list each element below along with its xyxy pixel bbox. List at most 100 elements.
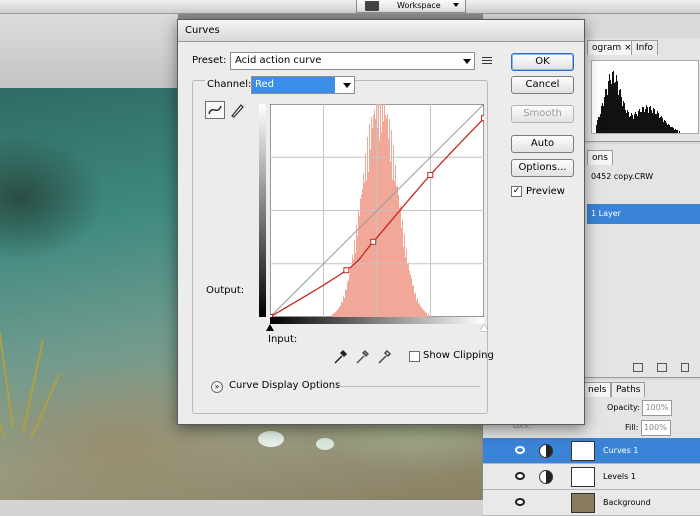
eye-icon[interactable] [515,498,525,506]
layer-thumbnail [571,493,595,513]
histogram-bar [421,307,422,317]
fill-label: Fill: [625,423,639,432]
histogram-bar [350,268,351,317]
histogram-bar [356,224,357,317]
preview-label: Preview [526,186,565,197]
layer-row[interactable]: Background [483,490,700,516]
histogram-bar [389,119,390,317]
tab-history-label: ons [592,153,608,163]
output-gradient-bar [259,104,266,317]
curve-control-point[interactable] [343,267,350,274]
histogram-bar [353,259,354,317]
smooth-button[interactable]: Smooth [511,105,574,123]
curve-control-point[interactable] [427,172,434,178]
curve-control-point[interactable] [481,115,485,122]
preview-checkbox[interactable]: ✓ [511,186,522,197]
tab-info-label: Info [636,43,654,53]
dialog-titlebar[interactable]: Curves [178,20,584,42]
layer-row[interactable]: Levels 1 [483,464,700,490]
curve-control-point[interactable] [370,238,377,245]
histogram-bar [400,206,401,317]
histogram-bar [422,308,423,317]
grass-blade [30,373,61,439]
histogram-bar [395,164,396,317]
curve-graph[interactable] [270,104,484,317]
histogram-bar [339,306,340,317]
workspace-button[interactable]: Workspace [356,0,466,13]
eye-icon[interactable] [515,446,525,454]
histogram-bar [392,179,393,317]
document-title-strip [0,14,178,88]
workspace-label: Workspace [397,1,441,10]
tab-histogram[interactable]: ogram × [587,40,637,55]
histogram-bar [415,292,416,317]
dialog-title: Curves [185,25,220,36]
histogram-bar [343,296,344,317]
options-button[interactable]: Options... [511,159,574,177]
input-gradient-bar [270,317,484,324]
histogram-bar [375,119,376,317]
section-divider [336,386,480,387]
histogram-bar [402,219,403,317]
fill-control: Fill: 100% [625,420,671,436]
layers-list: Curves 1 Levels 1 Background [483,438,700,516]
histogram-bar [412,285,413,317]
histogram-bar [367,136,368,317]
histogram-bar [388,139,389,317]
channel-select[interactable]: Red [251,76,355,94]
black-eyedropper-icon[interactable] [332,349,348,365]
histogram-bar [379,140,380,317]
ok-button[interactable]: OK [511,53,574,71]
histogram-bar [418,303,419,317]
show-clipping-checkbox[interactable] [409,351,420,362]
histogram-bar [362,189,363,317]
cancel-button[interactable]: Cancel [511,76,574,94]
camera-icon[interactable] [657,363,667,372]
tab-info[interactable]: Info [631,40,659,55]
pencil-icon [231,104,244,118]
opacity-field[interactable]: 100% [642,400,673,416]
fill-field[interactable]: 100% [640,420,671,436]
black-point-slider[interactable] [266,324,274,331]
auto-button[interactable]: Auto [511,135,574,153]
histogram-bar [677,130,678,133]
opacity-control: Opacity: 100% [607,400,673,416]
pencil-tool[interactable] [227,101,247,119]
eye-icon[interactable] [515,472,525,480]
white-eyedropper-icon[interactable] [376,349,392,365]
histogram-bar [405,257,406,317]
layer-name: Curves 1 [603,446,639,455]
application-bar: Workspace [0,0,700,14]
history-snapshot[interactable]: 0452 copy.CRW [587,168,700,198]
layer-thumbnail [571,467,595,487]
histogram-bar [373,115,374,317]
histogram-bar [394,181,395,317]
tab-channels[interactable]: nels [583,382,612,397]
preset-value: Acid action curve [235,55,322,66]
tab-history[interactable]: ons [587,150,613,165]
tab-paths[interactable]: Paths [611,382,646,397]
histogram-bar [396,186,397,317]
trash-icon[interactable] [681,363,689,372]
screen-mode-icon [365,1,379,11]
histogram-bar [386,118,387,317]
pebble [316,438,334,450]
gray-eyedropper-icon[interactable] [354,349,370,365]
histogram-bar [341,301,342,317]
chevron-down-icon [343,83,351,88]
white-point-slider[interactable] [480,324,488,331]
histogram-bar [346,290,347,317]
history-state-selected[interactable]: 1 Layer [587,204,700,224]
histogram-bar [381,132,382,317]
preset-options-icon[interactable] [482,55,494,67]
histogram-bar [347,282,348,317]
preset-select[interactable]: Acid action curve [230,52,475,70]
chevron-down-icon [453,3,459,7]
histogram-bar [413,285,414,317]
histogram-bar [344,298,345,317]
snapshot-icon[interactable] [633,363,643,372]
expand-chevron-icon[interactable]: » [211,381,223,393]
curve-point-tool[interactable] [205,101,225,119]
pebble [258,431,284,447]
layer-row[interactable]: Curves 1 [483,438,700,464]
